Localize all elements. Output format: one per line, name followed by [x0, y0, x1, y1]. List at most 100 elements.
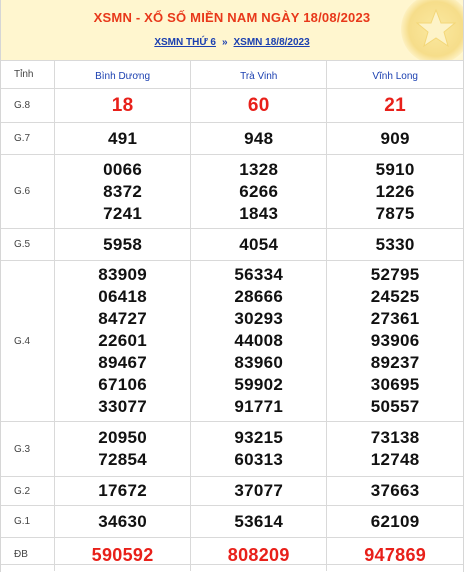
- result-cell: 18: [54, 88, 192, 123]
- result-cell: 56334 28666 30293 44008 83960 59902 91771: [190, 260, 328, 422]
- result-cell: 53614: [190, 505, 328, 538]
- lottery-number: 24525: [370, 287, 420, 306]
- result-cell: 5910 1226 7875: [326, 154, 463, 229]
- province-name[interactable]: Vĩnh Long: [372, 71, 418, 82]
- breadcrumb-separator: »: [221, 37, 228, 48]
- result-cell: 21: [326, 88, 463, 123]
- lottery-number: 60: [247, 94, 270, 116]
- result-cell: 909: [326, 122, 463, 155]
- lottery-number: 83909: [98, 265, 147, 284]
- province-header[interactable]: Trà Vinh: [190, 60, 328, 89]
- table-row: G.2 17672 37077 37663: [1, 476, 463, 506]
- province-header[interactable]: Bình Dương: [54, 60, 192, 89]
- lottery-number: 27361: [370, 309, 420, 328]
- lottery-number: 62109: [370, 511, 420, 531]
- lottery-number: 7875: [375, 203, 415, 223]
- lottery-number: 1226: [375, 181, 415, 201]
- result-cell: 37663: [326, 476, 463, 506]
- date-link[interactable]: XSMN 18/8/2023: [234, 37, 310, 48]
- result-cell: 83909 06418 84727 22601 89467 67106 33077: [54, 260, 192, 422]
- result-cell: 5958: [54, 228, 192, 261]
- lottery-number: 93215: [234, 428, 284, 447]
- lottery-number: 89467: [98, 353, 147, 372]
- results-table: Tỉnh Bình Dương Trà Vinh Vĩnh Long G.8 18…: [1, 60, 463, 571]
- lottery-number: 20950: [98, 428, 147, 447]
- lottery-number: 5330: [375, 234, 415, 254]
- result-cell: 73138 12748: [326, 421, 463, 477]
- lottery-number: 06418: [98, 287, 147, 306]
- page-title: XSMN - XỔ SỐ MIỀN NAM NGÀY 18/08/2023: [93, 10, 371, 25]
- column-header-province: Tỉnh: [1, 60, 55, 89]
- result-cell: 17672: [54, 476, 192, 506]
- lottery-number: 491: [107, 128, 138, 148]
- lottery-number: 84727: [98, 309, 147, 328]
- day-link[interactable]: XSMN THỨ 6: [154, 37, 216, 48]
- lottery-number: 5958: [103, 234, 143, 254]
- table-row: G.8 18 60 21: [1, 88, 463, 123]
- result-cell: 0066 8372 7241: [54, 154, 192, 229]
- table-row: G.3 20950 72854 93215 60313 73138 12748: [1, 421, 463, 477]
- lottery-number: 8372: [103, 181, 143, 201]
- lottery-number: 6266: [239, 181, 279, 201]
- prize-label: G.8: [1, 88, 55, 123]
- province-header[interactable]: Vĩnh Long: [326, 60, 463, 89]
- lottery-number: 59902: [234, 375, 284, 394]
- lottery-number: 1843: [239, 203, 279, 223]
- lottery-number: 53614: [234, 511, 284, 531]
- lottery-number: 44008: [234, 331, 284, 350]
- prize-label: G.2: [1, 476, 55, 506]
- lottery-number: 909: [380, 128, 410, 148]
- prize-label: G.7: [1, 122, 55, 155]
- province-name[interactable]: Trà Vinh: [240, 71, 277, 82]
- lottery-number: 18: [111, 94, 134, 116]
- result-cell: 93215 60313: [190, 421, 328, 477]
- lottery-number: 91771: [234, 397, 284, 416]
- table-row: G.1 34630 53614 62109: [1, 505, 463, 538]
- lottery-number: 12748: [370, 450, 420, 469]
- lottery-number: 30293: [234, 309, 284, 328]
- lottery-number: 89237: [370, 353, 420, 372]
- prize-label: G.3: [1, 421, 55, 477]
- results-body: G.8 18 60 21 G.7 491 948 909 G.6 0066 8372 7241 1328…: [1, 88, 463, 571]
- lottery-number: 33077: [98, 397, 147, 416]
- prize-label: G.5: [1, 228, 55, 261]
- lottery-number: 1328: [239, 159, 279, 179]
- lottery-number: 93906: [370, 331, 420, 350]
- result-cell: 4054: [190, 228, 328, 261]
- result-cell: 62109: [326, 505, 463, 538]
- lottery-number: 22601: [98, 331, 147, 350]
- province-name[interactable]: Bình Dương: [95, 71, 150, 82]
- result-cell: 20950 72854: [54, 421, 192, 477]
- table-row: G.6 0066 8372 7241 1328 6266 1843 5910 1226 7875: [1, 154, 463, 229]
- lottery-number: 5910: [375, 159, 415, 179]
- result-cell: 1328 6266 1843: [190, 154, 328, 229]
- lottery-number: 60313: [234, 450, 284, 469]
- lottery-number: 37663: [370, 481, 420, 500]
- lottery-number: 34630: [98, 511, 147, 531]
- jackpot-number: 947869: [364, 544, 427, 565]
- lottery-number: 52795: [370, 265, 420, 284]
- result-cell: 491: [54, 122, 192, 155]
- table-header-row: Tỉnh Bình Dương Trà Vinh Vĩnh Long: [1, 60, 463, 89]
- result-cell: 60: [190, 88, 328, 123]
- lottery-number: 72854: [98, 450, 147, 469]
- star-decoration: [401, 0, 463, 60]
- lottery-number: 17672: [98, 481, 147, 500]
- result-cell: 52795 24525 27361 93906 89237 30695 50557: [326, 260, 463, 422]
- jackpot-number: 590592: [91, 544, 154, 565]
- lottery-number: 948: [244, 128, 274, 148]
- lottery-number: 28666: [234, 287, 284, 306]
- lottery-number: 7241: [103, 203, 143, 223]
- lottery-number: 30695: [370, 375, 420, 394]
- lottery-number: 83960: [234, 353, 284, 372]
- prize-label: G.4: [1, 260, 55, 422]
- table-row: G.4 83909 06418 84727 22601 89467 67106 33077 56…: [1, 260, 463, 422]
- table-row: G.5 5958 4054 5330: [1, 228, 463, 261]
- results-header: XSMN - XỔ SỐ MIỀN NAM NGÀY 18/08/2023 XS…: [1, 0, 463, 60]
- lottery-number: 73138: [370, 428, 420, 447]
- result-cell: 34630: [54, 505, 192, 538]
- jackpot-number: 808209: [227, 544, 290, 565]
- prize-label: G.6: [1, 154, 55, 229]
- lottery-number: 21: [384, 94, 407, 116]
- lottery-number: 67106: [98, 375, 147, 394]
